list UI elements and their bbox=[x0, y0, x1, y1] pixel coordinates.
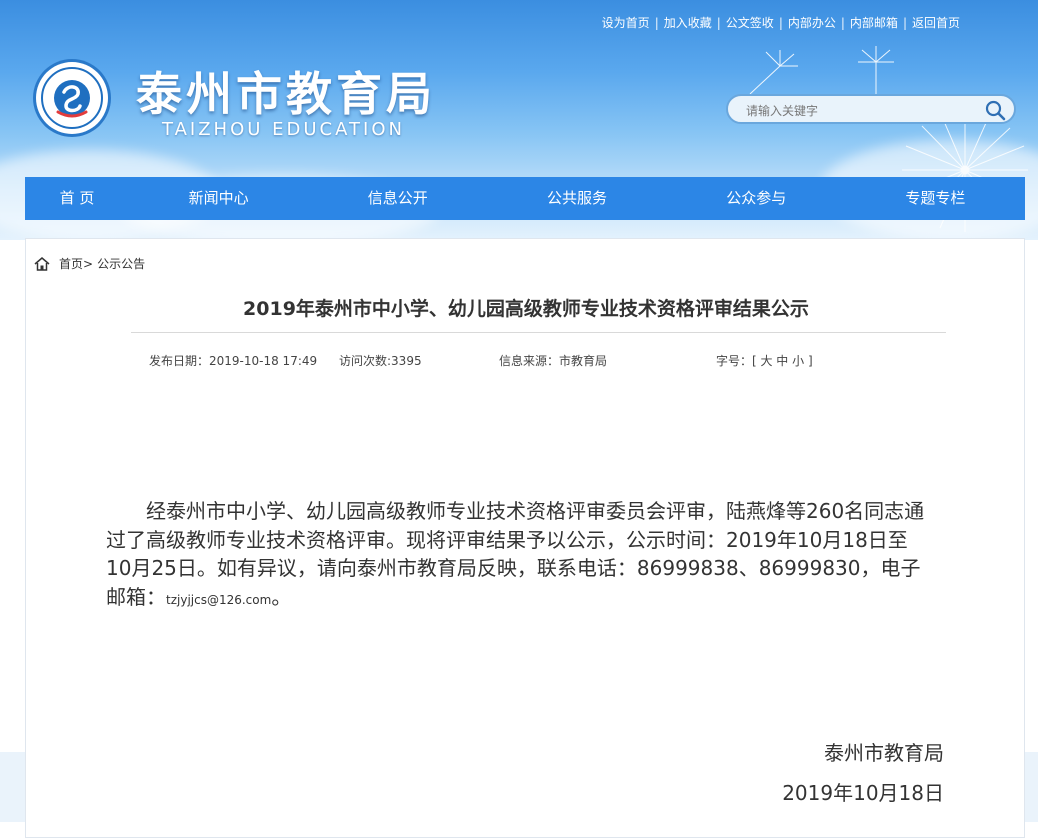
separator: | bbox=[902, 15, 907, 30]
site-subtitle: TAIZHOU EDUCATION bbox=[162, 119, 405, 140]
search-input[interactable] bbox=[744, 100, 978, 122]
top-link-back-home[interactable]: 返回首页 bbox=[912, 14, 960, 31]
separator: | bbox=[654, 15, 659, 30]
separator: | bbox=[778, 15, 783, 30]
body-end: 。 bbox=[271, 584, 292, 609]
title-divider bbox=[131, 332, 946, 333]
breadcrumb-current[interactable]: 公示公告 bbox=[97, 255, 145, 272]
nav-info-disclosure[interactable]: 信息公开 bbox=[308, 177, 487, 220]
email-address: tzjyjjcs@126.com bbox=[166, 592, 272, 607]
site-logo[interactable] bbox=[36, 62, 108, 134]
nav-news-center[interactable]: 新闻中心 bbox=[129, 177, 308, 220]
top-link-internal-office[interactable]: 内部办公 bbox=[788, 14, 836, 31]
top-link-document-sign[interactable]: 公文签收 bbox=[726, 14, 774, 31]
publish-date: 发布日期：2019-10-18 17:49 bbox=[149, 354, 318, 368]
site-title: 泰州市教育局 bbox=[136, 67, 436, 121]
search-icon[interactable] bbox=[984, 99, 1006, 121]
separator: | bbox=[840, 15, 845, 30]
info-source: 信息来源：市教育局 bbox=[499, 354, 608, 368]
signature: 泰州市教育局 bbox=[824, 741, 944, 765]
main-nav: 首 页 新闻中心 信息公开 公共服务 公众参与 专题专栏 bbox=[25, 177, 1025, 220]
search-box bbox=[726, 94, 1016, 124]
signature-date: 2019年10月18日 bbox=[782, 781, 944, 805]
nav-home[interactable]: 首 页 bbox=[25, 177, 129, 220]
font-size-control[interactable]: 字号：[ 大 中 小 ] bbox=[716, 352, 813, 369]
top-link-set-home[interactable]: 设为首页 bbox=[602, 14, 650, 31]
nav-public-service[interactable]: 公共服务 bbox=[487, 177, 666, 220]
article-title: 2019年泰州市中小学、幼儿园高级教师专业技术资格评审结果公示 bbox=[243, 298, 809, 320]
logo-emblem-icon bbox=[41, 67, 103, 129]
top-link-internal-mail[interactable]: 内部邮箱 bbox=[850, 14, 898, 31]
article-panel: 首页> 公示公告 2019年泰州市中小学、幼儿园高级教师专业技术资格评审结果公示… bbox=[25, 238, 1025, 838]
seed-decoration bbox=[858, 46, 894, 94]
top-link-favorite[interactable]: 加入收藏 bbox=[664, 14, 712, 31]
article-body: 经泰州市中小学、幼儿园高级教师专业技术资格评审委员会评审，陆燕烽等260名同志通… bbox=[106, 497, 928, 614]
nav-special-topics[interactable]: 专题专栏 bbox=[846, 177, 1025, 220]
visit-count: 访问次数:3395 bbox=[339, 354, 422, 368]
separator: | bbox=[716, 15, 721, 30]
breadcrumb-home[interactable]: 首页> bbox=[59, 255, 93, 272]
home-icon[interactable] bbox=[34, 256, 50, 271]
top-links: 设为首页 | 加入收藏 | 公文签收 | 内部办公 | 内部邮箱 | 返回首页 bbox=[602, 14, 960, 31]
nav-public-participation[interactable]: 公众参与 bbox=[667, 177, 846, 220]
breadcrumb: 首页> 公示公告 bbox=[34, 255, 145, 272]
